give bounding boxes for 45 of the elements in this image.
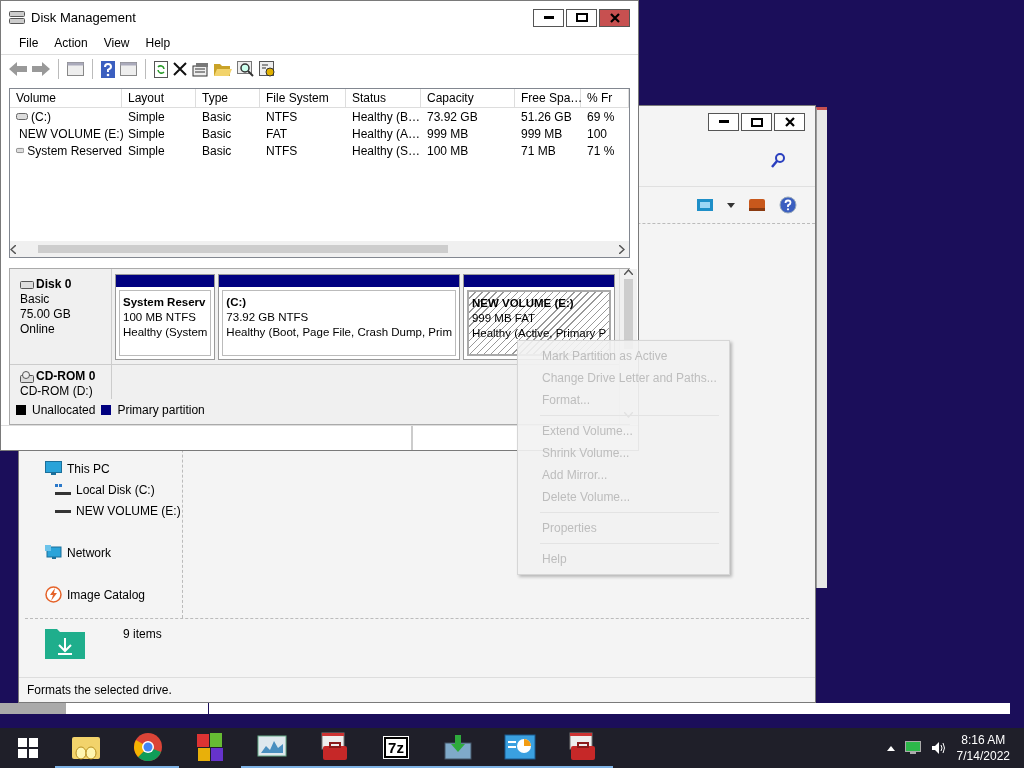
- table-cell: Basic: [202, 109, 232, 124]
- archive-logo: 7z: [384, 736, 408, 758]
- table-cell: Simple: [128, 109, 165, 124]
- table-cell: 71 MB: [521, 143, 556, 158]
- partition-status: Healthy (Active, Primary P: [471, 326, 607, 341]
- table-cell: Healthy (B…: [352, 109, 421, 124]
- table-cell: 69 %: [587, 109, 615, 124]
- partition-status: Healthy (System: [123, 325, 208, 340]
- table-cell: NEW VOLUME (E:): [19, 126, 124, 141]
- window-title: Disk Management: [31, 10, 136, 25]
- partition-name: (C:): [226, 295, 248, 310]
- table-cell: 999 MB: [427, 126, 469, 141]
- partition-status: Healthy (Boot, Page File, Crash Dump, Prim: [226, 325, 452, 340]
- status-text: Formats the selected drive.: [27, 683, 172, 697]
- table-cell: 73.92 GB: [427, 109, 478, 124]
- table-cell: NTFS: [266, 143, 298, 158]
- cdrom-name: CD-ROM 0: [20, 369, 111, 384]
- table-cell: FAT: [266, 126, 288, 141]
- partition-size: 100 MB NTFS: [123, 310, 197, 325]
- table-cell: 999 MB: [521, 126, 563, 141]
- table-cell: Simple: [128, 143, 165, 158]
- table-cell: NTFS: [266, 109, 298, 124]
- cdrom-drive: CD-ROM (D:): [20, 384, 94, 399]
- legend-label: Unallocated: [32, 402, 96, 417]
- table-cell: Basic: [202, 143, 232, 158]
- partition-size: 73.92 GB NTFS: [226, 310, 310, 325]
- table-cell: Basic: [202, 126, 232, 141]
- partition-size: 999 MB FAT: [471, 311, 537, 326]
- partition-name: NEW VOLUME (E:): [471, 296, 575, 311]
- disk-size: 75.00 GB: [20, 307, 72, 322]
- table-cell: 100: [587, 126, 608, 141]
- table-cell: Simple: [128, 126, 165, 141]
- disk-state: Online: [20, 322, 56, 337]
- table-cell: Healthy (A…: [352, 126, 421, 141]
- legend-label: Primary partition: [117, 402, 205, 417]
- item-count: 9 items: [123, 627, 162, 641]
- disk-type: Basic: [20, 292, 51, 307]
- disk-name: Disk 0: [20, 277, 111, 292]
- table-cell: 51.26 GB: [521, 109, 572, 124]
- table-cell: System Reserved: [27, 143, 122, 158]
- table-cell: 71 %: [587, 143, 615, 158]
- table-cell: 100 MB: [427, 143, 469, 158]
- table-cell: Healthy (S…: [352, 143, 421, 158]
- partition-name: System Reserv: [123, 295, 207, 310]
- table-cell: (C:): [31, 109, 51, 124]
